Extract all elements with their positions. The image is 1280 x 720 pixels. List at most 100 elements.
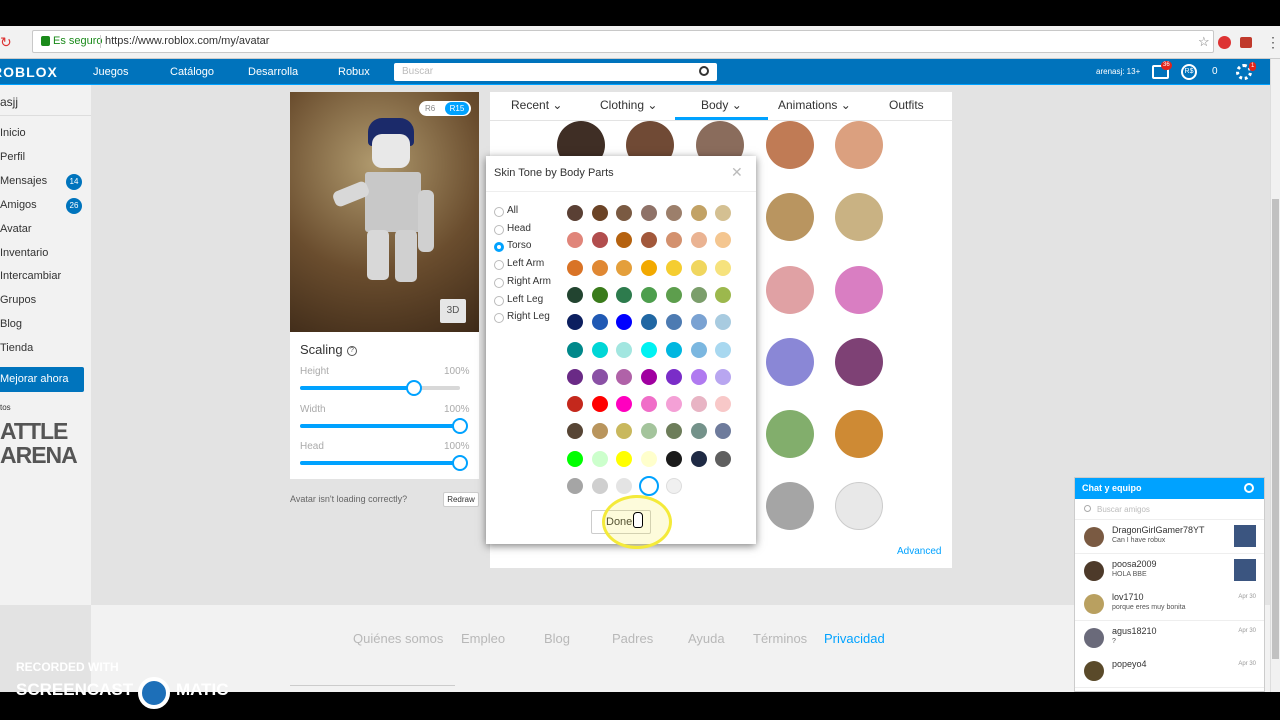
nav-link-desarrolla[interactable]: Desarrolla	[248, 59, 298, 85]
palette-swatch[interactable]	[567, 451, 583, 467]
part-radio[interactable]	[494, 207, 504, 217]
palette-swatch[interactable]	[666, 423, 682, 439]
view-3d-button[interactable]: 3D	[440, 299, 466, 323]
bookmark-star-icon[interactable]: ☆	[1198, 31, 1210, 52]
username-label[interactable]: arenasj: 13+	[1096, 59, 1140, 85]
palette-swatch[interactable]	[715, 260, 731, 276]
palette-swatch[interactable]	[639, 476, 659, 496]
nav-link-catalogo[interactable]: Catálogo	[170, 59, 214, 85]
palette-swatch[interactable]	[691, 205, 707, 221]
palette-swatch[interactable]	[691, 423, 707, 439]
palette-swatch[interactable]	[616, 232, 632, 248]
sidebar-item-amigos[interactable]: Amigos	[0, 199, 37, 211]
footer-link-help[interactable]: Ayuda	[688, 631, 725, 646]
palette-swatch[interactable]	[666, 369, 682, 385]
palette-swatch[interactable]	[567, 205, 583, 221]
palette-swatch[interactable]	[567, 396, 583, 412]
url-text[interactable]: https://www.roblox.com/my/avatar	[105, 31, 269, 52]
palette-swatch[interactable]	[616, 287, 632, 303]
footer-link-privacy[interactable]: Privacidad	[824, 631, 885, 646]
part-label[interactable]: Torso	[507, 240, 531, 251]
palette-swatch[interactable]	[616, 314, 632, 330]
palette-swatch[interactable]	[715, 451, 731, 467]
palette-swatch[interactable]	[715, 342, 731, 358]
chat-row[interactable]: DragonGirlGamer78YT Can I have robux	[1075, 520, 1264, 554]
palette-swatch[interactable]	[715, 314, 731, 330]
part-radio[interactable]	[494, 242, 504, 252]
palette-swatch[interactable]	[666, 396, 682, 412]
palette-swatch[interactable]	[641, 451, 657, 467]
redraw-button[interactable]: Redraw	[443, 492, 479, 507]
palette-swatch[interactable]	[666, 232, 682, 248]
palette-swatch[interactable]	[592, 396, 608, 412]
battle-arena-event-logo[interactable]: ATTLE ARENA	[0, 419, 80, 471]
part-radio[interactable]	[494, 296, 504, 306]
skin-tone-swatch[interactable]	[766, 266, 814, 314]
search-box[interactable]: Buscar	[394, 63, 717, 81]
palette-swatch[interactable]	[567, 314, 583, 330]
palette-swatch[interactable]	[567, 369, 583, 385]
help-icon[interactable]: ?	[347, 346, 357, 356]
roblox-logo[interactable]: ROBLOX	[0, 59, 58, 85]
sidebar-item-grupos[interactable]: Grupos	[0, 294, 36, 306]
palette-swatch[interactable]	[567, 287, 583, 303]
footer-link-blog[interactable]: Blog	[544, 631, 570, 646]
skin-tone-swatch[interactable]	[835, 266, 883, 314]
robux-icon[interactable]: R$	[1181, 64, 1197, 80]
palette-swatch[interactable]	[641, 396, 657, 412]
palette-swatch[interactable]	[567, 478, 583, 494]
palette-swatch[interactable]	[641, 369, 657, 385]
sidebar-item-blog[interactable]: Blog	[0, 318, 22, 330]
nav-link-robux[interactable]: Robux	[338, 59, 370, 85]
footer-link-jobs[interactable]: Empleo	[461, 631, 505, 646]
palette-swatch[interactable]	[616, 423, 632, 439]
skin-tone-swatch[interactable]	[835, 482, 883, 530]
palette-swatch[interactable]	[666, 342, 682, 358]
skin-tone-swatch[interactable]	[766, 338, 814, 386]
palette-swatch[interactable]	[592, 314, 608, 330]
palette-swatch[interactable]	[666, 314, 682, 330]
part-radio[interactable]	[494, 313, 504, 323]
palette-swatch[interactable]	[691, 369, 707, 385]
skin-tone-swatch[interactable]	[835, 338, 883, 386]
palette-swatch[interactable]	[592, 451, 608, 467]
slider-handle[interactable]	[406, 380, 422, 396]
skin-tone-swatch[interactable]	[766, 410, 814, 458]
sidebar-item-tienda[interactable]: Tienda	[0, 342, 33, 354]
palette-swatch[interactable]	[666, 478, 682, 494]
palette-swatch[interactable]	[691, 287, 707, 303]
advanced-link[interactable]: Advanced	[897, 546, 941, 557]
palette-swatch[interactable]	[641, 260, 657, 276]
part-label[interactable]: Right Leg	[507, 311, 550, 322]
upgrade-button[interactable]: Mejorar ahora	[0, 367, 84, 392]
chat-settings-icon[interactable]	[1244, 483, 1254, 493]
palette-swatch[interactable]	[691, 260, 707, 276]
slider-handle[interactable]	[452, 418, 468, 434]
game-thumbnail[interactable]	[1234, 558, 1256, 581]
extension-icon[interactable]	[1218, 36, 1231, 49]
tab-recent[interactable]: Recent ⌄	[511, 98, 562, 112]
palette-swatch[interactable]	[592, 205, 608, 221]
palette-swatch[interactable]	[666, 260, 682, 276]
palette-swatch[interactable]	[616, 451, 632, 467]
extension-icon-2[interactable]	[1240, 37, 1252, 48]
palette-swatch[interactable]	[715, 287, 731, 303]
skin-tone-swatch[interactable]	[835, 193, 883, 241]
tab-outfits[interactable]: Outfits	[889, 98, 924, 112]
palette-swatch[interactable]	[592, 260, 608, 276]
palette-swatch[interactable]	[691, 232, 707, 248]
chat-header[interactable]: Chat y equipo	[1075, 478, 1264, 499]
skin-tone-swatch[interactable]	[766, 482, 814, 530]
part-radio[interactable]	[494, 225, 504, 235]
palette-swatch[interactable]	[715, 232, 731, 248]
palette-swatch[interactable]	[592, 423, 608, 439]
part-label[interactable]: Head	[507, 223, 531, 234]
palette-swatch[interactable]	[691, 451, 707, 467]
footer-link-parents[interactable]: Padres	[612, 631, 653, 646]
palette-swatch[interactable]	[641, 205, 657, 221]
sidebar-item-mensajes[interactable]: Mensajes	[0, 175, 47, 187]
palette-swatch[interactable]	[616, 369, 632, 385]
sidebar-item-intercambiar[interactable]: Intercambiar	[0, 270, 61, 282]
palette-swatch[interactable]	[616, 205, 632, 221]
footer-link-terms[interactable]: Términos	[753, 631, 807, 646]
